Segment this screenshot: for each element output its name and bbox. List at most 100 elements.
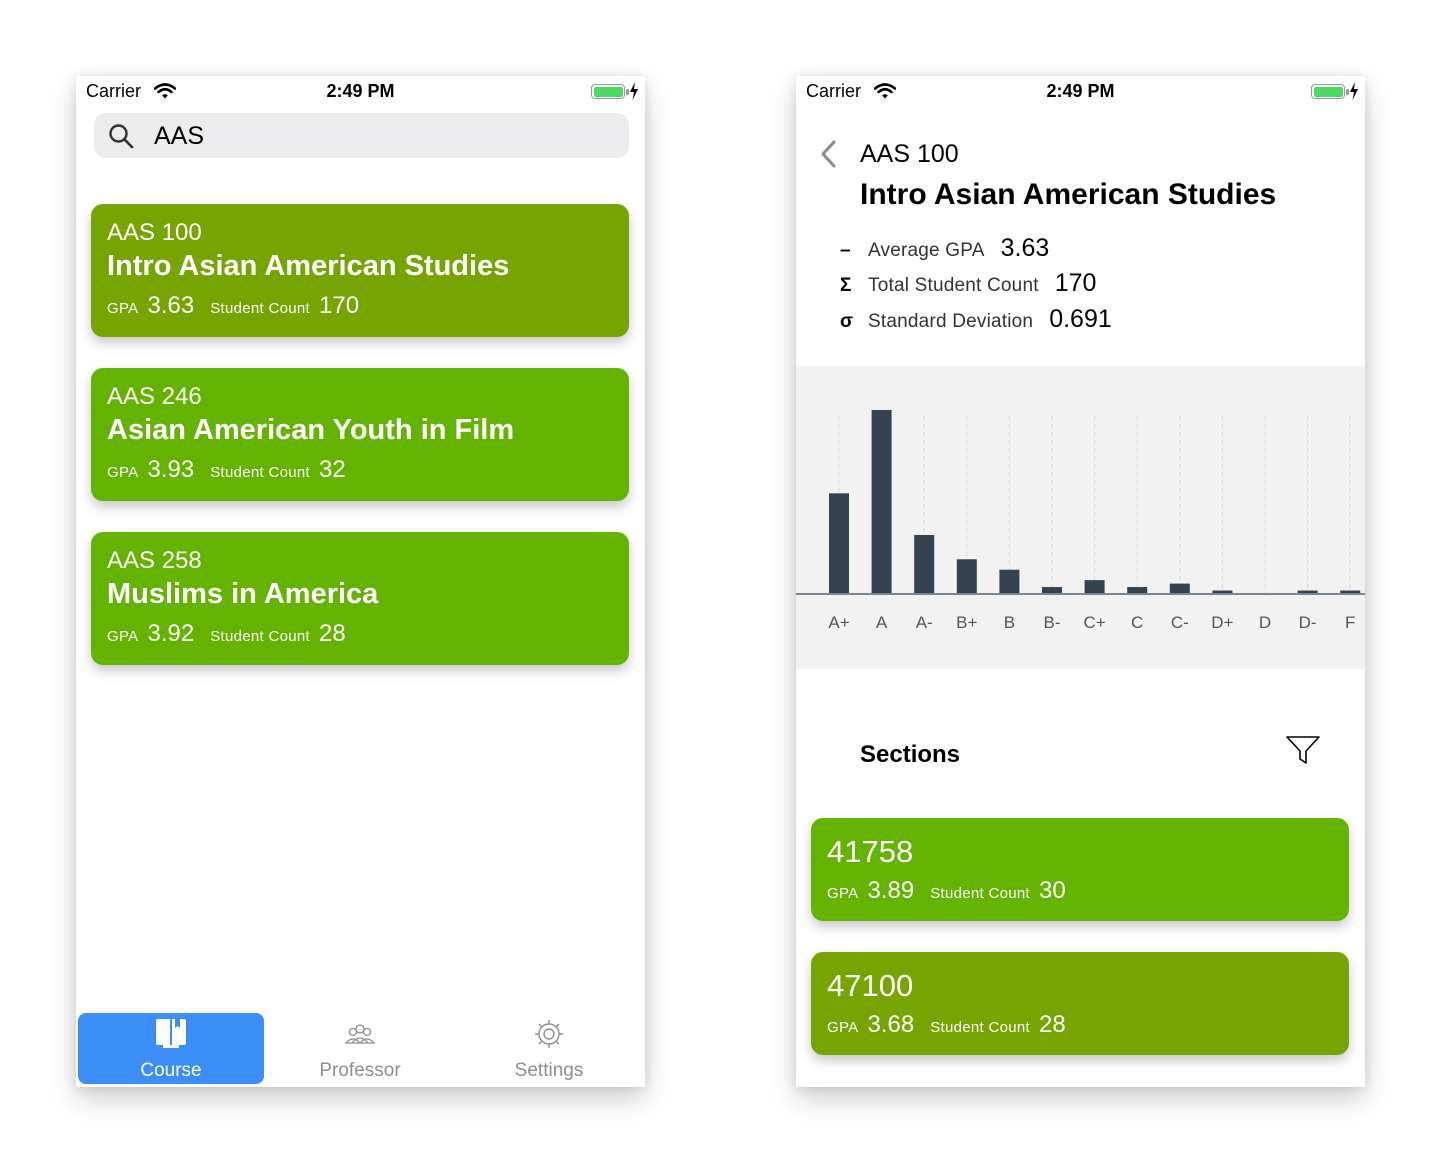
tab-settings[interactable]: Settings: [456, 1013, 642, 1084]
course-title: Muslims in America: [107, 578, 379, 610]
student-count-value: 32: [319, 456, 346, 483]
section-list: 41758 GPA 3.89 Student Count 30 47100 GP…: [811, 818, 1349, 1086]
gpa-value: 3.92: [147, 620, 195, 647]
sigma-icon: Σ: [840, 275, 852, 296]
gpa-label: GPA: [827, 1019, 859, 1036]
chart-bar-B+: [956, 559, 977, 594]
tab-settings-label: Settings: [514, 1060, 584, 1081]
chart-tick-label: A-: [916, 613, 933, 632]
gpa-value: 3.68: [867, 1011, 915, 1038]
status-time: 2:49 PM: [326, 81, 395, 101]
course-title: Intro Asian American Studies: [107, 250, 510, 282]
section-stats: GPA 3.68 Student Count 28: [827, 1011, 1082, 1039]
metric-standard-deviation: σ Standard Deviation 0.691: [840, 305, 1112, 334]
chart-tick-label: B: [1004, 613, 1015, 632]
course-list: AAS 100 Intro Asian American Studies GPA…: [91, 204, 629, 696]
gpa-label: GPA: [827, 885, 859, 902]
section-card[interactable]: 41758 GPA 3.89 Student Count 30: [811, 818, 1349, 921]
section-id: 41758: [827, 834, 914, 869]
section-card[interactable]: 47100 GPA 3.68 Student Count 28: [811, 952, 1349, 1055]
metric-label: Standard Deviation: [868, 311, 1034, 332]
tab-professor[interactable]: Professor: [267, 1013, 453, 1084]
course-code: AAS 246: [107, 383, 202, 410]
chart-tick-label: B+: [956, 613, 977, 632]
gpa-label: GPA: [107, 464, 139, 481]
student-count-label: Student Count: [210, 300, 310, 317]
status-time: 2:49 PM: [1046, 81, 1115, 101]
student-count-value: 30: [1039, 877, 1066, 904]
sections-heading: Sections: [860, 741, 961, 768]
course-search-screen: Carrier 2:49 PM AAS 100 Intro Asian Amer…: [76, 76, 645, 1087]
search-icon: [109, 124, 134, 149]
student-count-value: 28: [1039, 1011, 1066, 1038]
student-count-label: Student Count: [930, 1019, 1030, 1036]
student-count-label: Student Count: [210, 628, 310, 645]
chart-tick-label: A: [876, 613, 888, 632]
chart-bar-C+: [1084, 580, 1105, 594]
chart-bar-C-: [1169, 583, 1190, 594]
metric-total-student-count: Σ Total Student Count 170: [840, 269, 1096, 298]
detail-course-code: AAS 100: [860, 140, 959, 168]
section-stats: GPA 3.89 Student Count 30: [827, 877, 1082, 905]
course-detail-screen: Carrier 2:49 PM AAS 100 Intro Asian Amer…: [796, 76, 1365, 1087]
metric-value: 170: [1054, 269, 1097, 297]
metric-value: 0.691: [1049, 305, 1112, 333]
course-stats: GPA 3.92 Student Count 28: [107, 620, 362, 648]
metric-value: 3.63: [1000, 234, 1050, 262]
search-input[interactable]: [154, 119, 604, 153]
grade-distribution-chart: A+ A A- B+ B B- C+ C C- D+ D D- F: [796, 366, 1365, 669]
chart-tick-label: C-: [1171, 613, 1189, 632]
status-bar: Carrier 2:49 PM: [796, 76, 1365, 108]
gpa-label: GPA: [107, 300, 139, 317]
tab-course[interactable]: Course: [78, 1013, 264, 1084]
mean-symbol-icon: –: [840, 240, 851, 261]
course-card[interactable]: AAS 258 Muslims in America GPA 3.92 Stud…: [91, 532, 629, 665]
gpa-label: GPA: [107, 628, 139, 645]
chart-bar-A+: [829, 493, 849, 594]
battery-icon: [591, 84, 625, 99]
chart-tick-label: C: [1131, 613, 1143, 632]
chart-tick-label: F: [1345, 613, 1355, 632]
gpa-value: 3.63: [147, 292, 195, 319]
student-count-label: Student Count: [210, 464, 310, 481]
course-card[interactable]: AAS 246 Asian American Youth in Film GPA…: [91, 368, 629, 501]
student-count-value: 170: [319, 292, 360, 319]
chart-bar-B-: [1042, 587, 1062, 594]
charging-bolt-icon: [630, 82, 638, 100]
chart-tick-label: D+: [1211, 613, 1233, 632]
battery-icon: [1311, 84, 1345, 99]
chart-bar-A-: [914, 534, 935, 594]
chart-bar-B: [999, 569, 1020, 594]
charging-bolt-icon: [1350, 82, 1358, 100]
std-dev-icon: σ: [840, 311, 853, 332]
course-code: AAS 258: [107, 547, 202, 574]
chart-tick-label: D: [1259, 613, 1271, 632]
course-title: Asian American Youth in Film: [107, 414, 515, 446]
chart-bar-C: [1127, 587, 1148, 594]
metric-label: Total Student Count: [868, 275, 1039, 296]
course-card[interactable]: AAS 100 Intro Asian American Studies GPA…: [91, 204, 629, 337]
metric-label: Average GPA: [868, 240, 985, 261]
gpa-value: 3.89: [867, 877, 915, 904]
chart-tick-label: C+: [1083, 613, 1105, 632]
back-chevron-icon[interactable]: [818, 139, 838, 169]
course-stats: GPA 3.63 Student Count 170: [107, 292, 375, 320]
gear-icon: [535, 1020, 563, 1048]
student-count-value: 28: [319, 620, 346, 647]
search-bar[interactable]: [94, 113, 629, 158]
tab-course-label: Course: [140, 1060, 202, 1081]
chart-bar-A: [871, 410, 892, 594]
metric-average-gpa: – Average GPA 3.63: [840, 234, 1049, 263]
book-icon: [156, 1019, 186, 1048]
chart-tick-label: D-: [1299, 613, 1317, 632]
chart-tick-label: B-: [1044, 613, 1061, 632]
people-icon: [344, 1024, 376, 1044]
chart-tick-label: A+: [828, 613, 849, 632]
section-id: 47100: [827, 968, 914, 1003]
course-code: AAS 100: [107, 219, 202, 246]
detail-course-title: Intro Asian American Studies: [860, 178, 1277, 211]
filter-icon[interactable]: [1285, 734, 1321, 766]
gpa-value: 3.93: [147, 456, 195, 483]
status-bar: Carrier 2:49 PM: [76, 76, 645, 108]
course-stats: GPA 3.93 Student Count 32: [107, 456, 362, 484]
